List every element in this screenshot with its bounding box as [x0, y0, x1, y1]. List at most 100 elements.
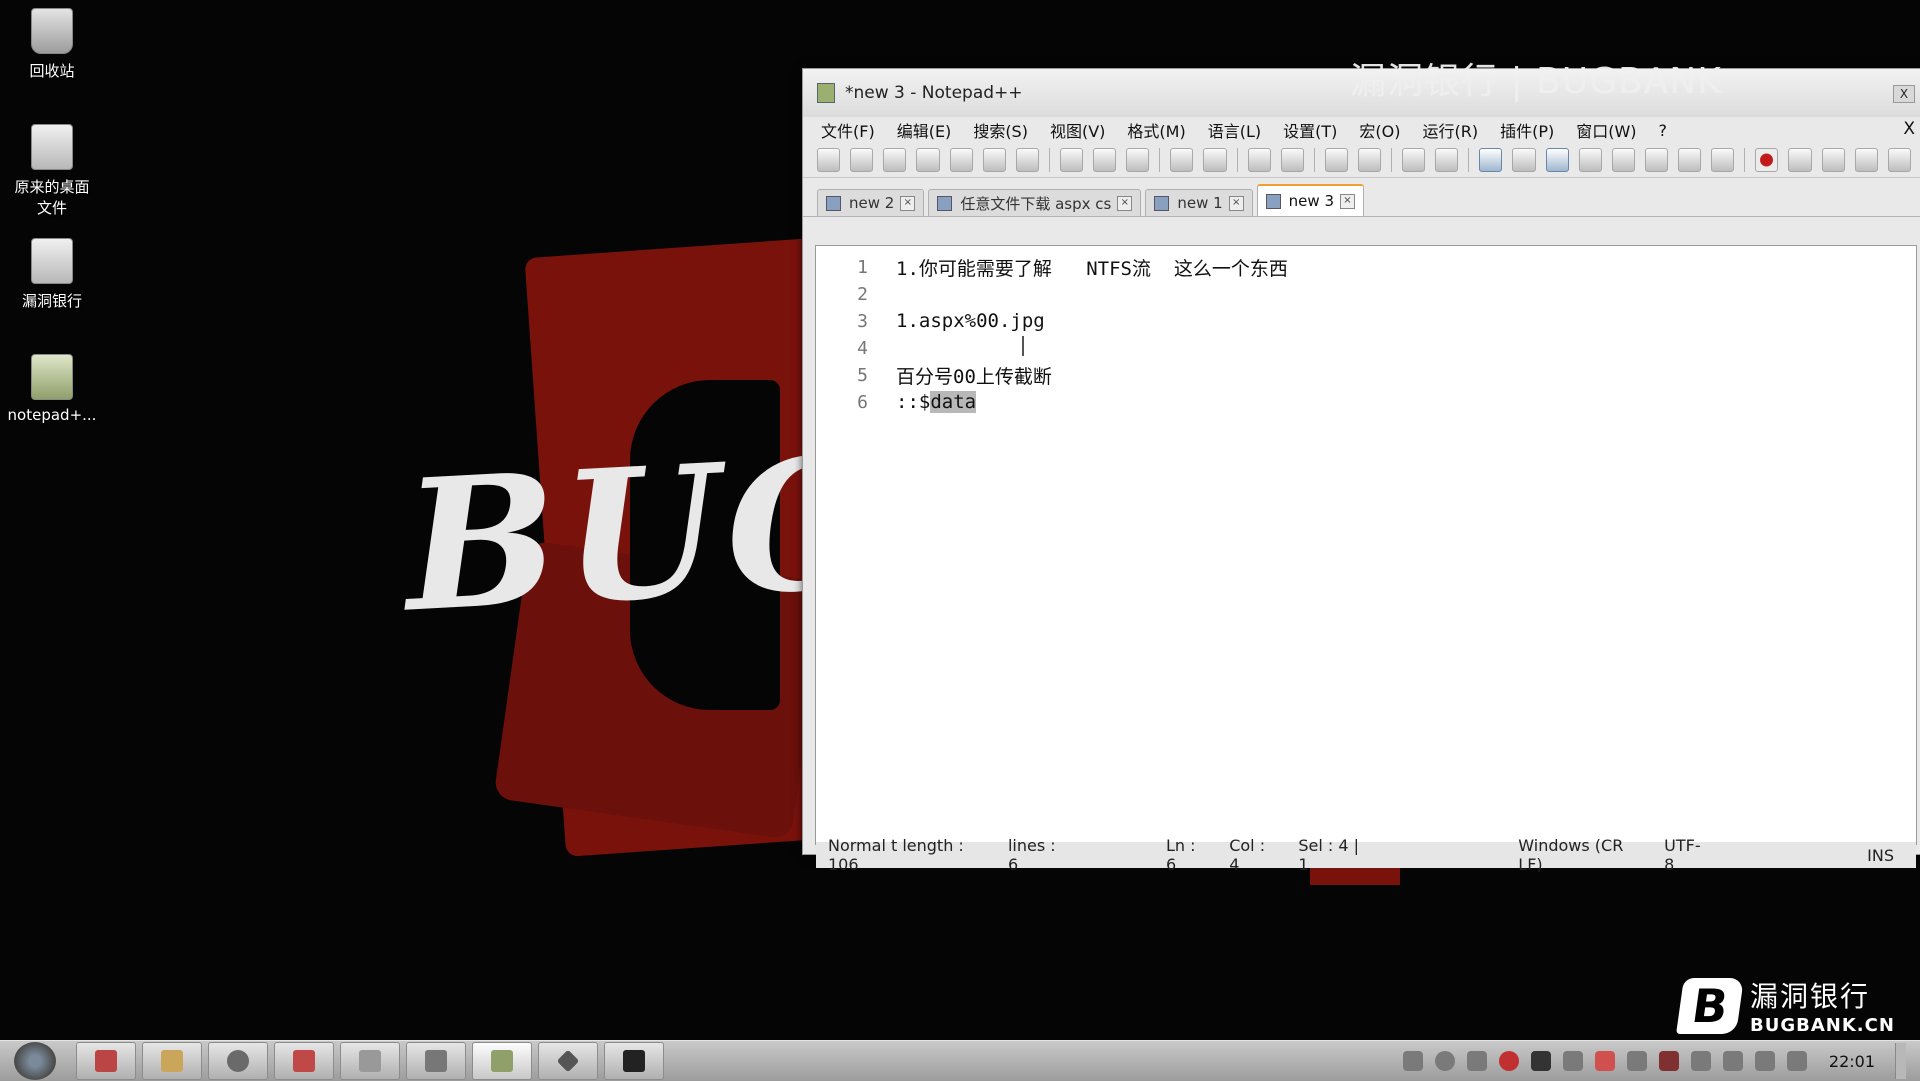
menu-run[interactable]: 运行(R): [1422, 118, 1478, 142]
status-col: Col : 4: [1229, 836, 1266, 874]
close-file-icon[interactable]: [949, 148, 973, 172]
taskbar-explorer-button[interactable]: [142, 1042, 202, 1080]
taskbar-cmd-button[interactable]: [604, 1042, 664, 1080]
tab-close-icon[interactable]: ×: [900, 195, 916, 211]
replace-icon[interactable]: [1280, 148, 1304, 172]
tab-new-1[interactable]: new 1 ×: [1145, 189, 1253, 216]
text-editor[interactable]: 1 1.你可能需要了解 NTFS流 这么一个东西 2 3 1.aspx%00.j…: [815, 245, 1917, 874]
record-icon[interactable]: [1594, 1051, 1615, 1071]
copy-icon[interactable]: [1093, 148, 1117, 172]
zoom-out-icon[interactable]: [1357, 148, 1382, 172]
menu-language[interactable]: 语言(L): [1208, 118, 1261, 142]
cmd-icon: [623, 1050, 645, 1072]
indent-guide-icon[interactable]: [1545, 148, 1569, 172]
cloud-icon[interactable]: [1562, 1051, 1583, 1071]
monitoring-icon[interactable]: [1711, 148, 1735, 172]
taskbar-grid-button[interactable]: [340, 1042, 400, 1080]
tab-close-icon[interactable]: ×: [1228, 195, 1244, 211]
doc-map-icon[interactable]: [1611, 148, 1635, 172]
desktop-icon-label: 回收站: [29, 62, 75, 80]
desktop-icon-recycle-bin[interactable]: 回收站: [4, 8, 100, 81]
show-all-chars-icon[interactable]: [1512, 148, 1536, 172]
list-icon[interactable]: [1626, 1051, 1647, 1071]
tab-arbitrary-file-download[interactable]: 任意文件下载 aspx cs ×: [928, 189, 1142, 216]
save-all-icon[interactable]: [916, 148, 940, 172]
save-macro-icon[interactable]: [1887, 148, 1912, 172]
menu-plugins[interactable]: 插件(P): [1500, 118, 1554, 142]
zoom-in-icon[interactable]: [1324, 148, 1348, 172]
unsaved-file-icon: [1265, 193, 1281, 209]
selected-text: data: [930, 391, 977, 413]
flag-icon[interactable]: [1690, 1051, 1711, 1071]
watermark-corner: B 漏洞银行 BUGBANK.CN: [1676, 975, 1895, 1036]
taskbar-diamond-button[interactable]: [538, 1042, 598, 1080]
user-language-icon[interactable]: [1578, 148, 1602, 172]
desktop-icon-notepad-plus-plus[interactable]: notepad+...: [4, 354, 100, 424]
print-icon[interactable]: [1015, 148, 1039, 172]
line-text: 1.你可能需要了解 NTFS流 这么一个东西: [896, 257, 1288, 280]
play-macro-icon[interactable]: [1821, 148, 1845, 172]
undo-icon[interactable]: [1170, 148, 1194, 172]
tool2-icon: [425, 1050, 447, 1072]
close-document-button[interactable]: X: [1903, 119, 1915, 139]
notepad-plus-plus-icon: [491, 1050, 513, 1072]
menu-settings[interactable]: 设置(T): [1283, 118, 1337, 142]
desktop-icon-bugbank[interactable]: 漏洞银行: [4, 238, 100, 311]
tab-label: 任意文件下载 aspx cs: [960, 194, 1112, 213]
redo-icon[interactable]: [1203, 148, 1227, 172]
network-drive-icon[interactable]: [1722, 1051, 1743, 1071]
camera-icon[interactable]: [1658, 1051, 1679, 1071]
tab-close-icon[interactable]: ×: [1340, 193, 1355, 209]
tab-new-3[interactable]: new 3 ×: [1256, 184, 1364, 216]
find-icon[interactable]: [1247, 148, 1271, 172]
run-macro-multiple-icon[interactable]: [1854, 148, 1878, 172]
keyboard-icon[interactable]: [1402, 1051, 1423, 1071]
record-macro-icon[interactable]: [1755, 148, 1779, 172]
taskbar-browser-button[interactable]: [208, 1042, 268, 1080]
browser-icon: [227, 1050, 249, 1072]
line-text-unselected: ::$: [896, 391, 931, 413]
folder-workspace-icon[interactable]: [1678, 148, 1702, 172]
tab-close-icon[interactable]: ×: [1117, 195, 1133, 211]
help-icon[interactable]: [1434, 1051, 1455, 1071]
desktop-icon-label: 原来的桌面 文件: [14, 178, 90, 217]
paste-icon[interactable]: [1126, 148, 1150, 172]
menu-view[interactable]: 视图(V): [1050, 118, 1105, 142]
open-file-icon[interactable]: [850, 148, 874, 172]
usb-icon[interactable]: [1466, 1051, 1487, 1071]
function-list-icon[interactable]: [1644, 148, 1669, 172]
new-file-icon[interactable]: [817, 148, 841, 172]
toolbar-separator: [1391, 148, 1393, 172]
cut-icon[interactable]: [1059, 148, 1084, 172]
menu-edit[interactable]: 编辑(E): [897, 118, 952, 142]
menu-search[interactable]: 搜索(S): [973, 118, 1028, 142]
show-desktop-button[interactable]: [1895, 1043, 1906, 1079]
menu-help[interactable]: ?: [1659, 121, 1668, 140]
taskbar-tool-button[interactable]: [274, 1042, 334, 1080]
taskbar-tool2-button[interactable]: [406, 1042, 466, 1080]
window-close-button[interactable]: X: [1893, 85, 1915, 103]
clock[interactable]: 22:01: [1829, 1052, 1875, 1071]
signal-icon[interactable]: [1786, 1051, 1807, 1071]
menu-format[interactable]: 格式(M): [1127, 118, 1185, 142]
volume-icon[interactable]: [1754, 1051, 1775, 1071]
qq-icon[interactable]: [1530, 1051, 1551, 1071]
sync-horizontal-icon[interactable]: [1435, 148, 1459, 172]
taskbar-app-button[interactable]: [76, 1042, 136, 1080]
start-button-icon[interactable]: [14, 1042, 56, 1080]
stop-macro-icon[interactable]: [1788, 148, 1812, 172]
tab-new-2[interactable]: new 2 ×: [817, 189, 925, 216]
close-all-icon[interactable]: [982, 148, 1006, 172]
save-icon[interactable]: [883, 148, 907, 172]
menu-window[interactable]: 窗口(W): [1576, 118, 1636, 142]
taskbar-notepad-plus-plus-button[interactable]: [472, 1042, 532, 1080]
security-icon[interactable]: [1498, 1051, 1519, 1071]
sync-vertical-icon[interactable]: [1402, 148, 1426, 172]
folder-icon: [31, 238, 73, 284]
menu-macro[interactable]: 宏(O): [1359, 118, 1400, 142]
menu-file[interactable]: 文件(F): [821, 118, 875, 142]
line-number: 4: [857, 337, 868, 359]
mouse-cursor-ibeam-icon: [1022, 336, 1024, 356]
word-wrap-icon[interactable]: [1479, 148, 1503, 172]
desktop-icon-old-desktop-files[interactable]: 原来的桌面 文件: [4, 124, 100, 218]
